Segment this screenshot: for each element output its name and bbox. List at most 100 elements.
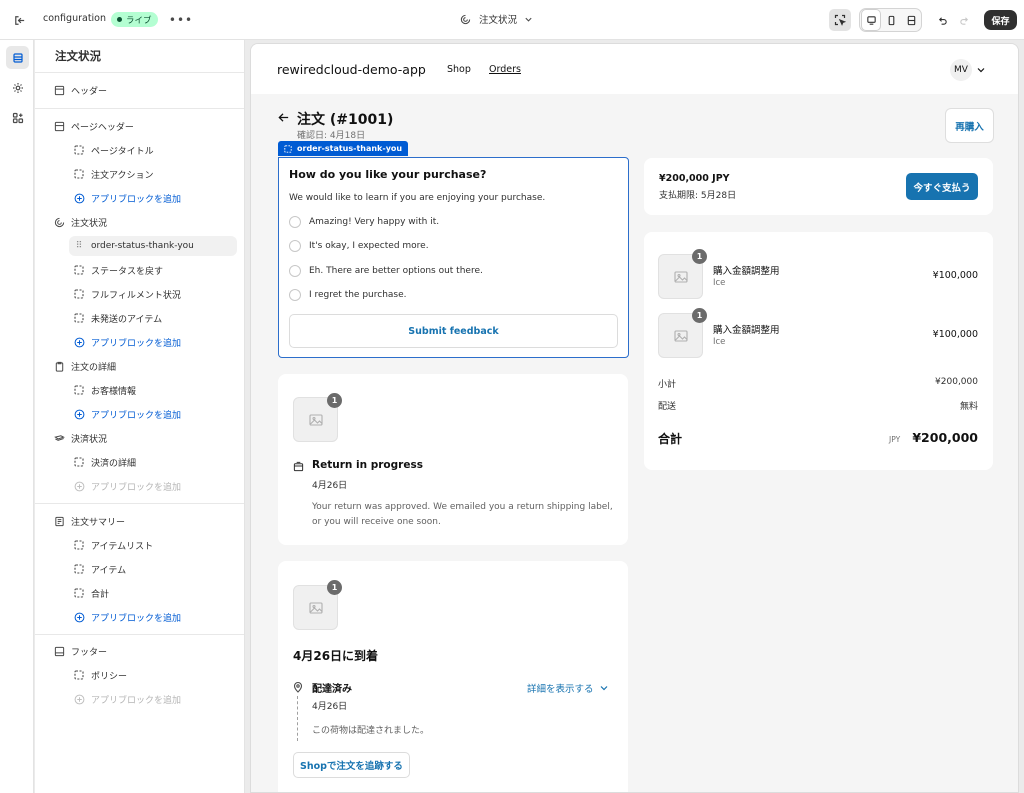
payment-card: ¥200,000 JPY 支払期限: 5月28日 今すぐ支払う: [644, 158, 993, 215]
return-date: 4月26日: [312, 481, 348, 491]
plus-circle-icon: [73, 480, 85, 492]
delivery-status: 配達済み: [312, 684, 352, 695]
line-item-variant: Ice: [713, 337, 726, 347]
order-confirmed-date: 確認日: 4月18日: [297, 131, 366, 141]
sidebar-item-return-status[interactable]: ステータスを戻す: [73, 260, 163, 280]
image-icon: [308, 413, 323, 426]
exit-icon[interactable]: [8, 9, 30, 31]
cash-icon: [53, 432, 65, 444]
sidebar-item-order-summary[interactable]: 注文サマリー: [53, 511, 125, 531]
divider: [35, 108, 244, 109]
shipping-value: 無料: [959, 402, 978, 412]
chevron-down-icon[interactable]: [976, 65, 986, 75]
undo-icon[interactable]: [931, 9, 953, 31]
add-app-block-button[interactable]: アプリブロックを追加: [73, 607, 181, 627]
delivery-title: 4月26日に到着: [293, 649, 379, 663]
reorder-button[interactable]: 再購入: [945, 108, 994, 143]
sidebar-item-total[interactable]: 合計: [73, 583, 109, 603]
avatar[interactable]: MV: [950, 59, 972, 81]
sidebar-item-order-details[interactable]: 注文の詳細: [53, 356, 116, 376]
quantity-badge: 1: [327, 393, 342, 408]
save-button[interactable]: 保存: [984, 10, 1017, 30]
radio-button[interactable]: [289, 216, 301, 228]
page-header-icon: [53, 120, 65, 132]
add-app-block-button[interactable]: アプリブロックを追加: [73, 404, 181, 424]
feedback-option[interactable]: I regret the purchase.: [289, 289, 407, 301]
plus-circle-icon: [73, 192, 85, 204]
return-card: 1 Return in progress 4月26日 Your return w…: [278, 374, 628, 545]
block-icon: [284, 144, 292, 153]
desktop-icon[interactable]: [861, 9, 881, 31]
sidebar-item-header[interactable]: ヘッダー: [53, 80, 107, 100]
total-label: 合計: [658, 432, 683, 446]
sidebar-item-order-status-thank-you[interactable]: ⠿ order-status-thank-you: [69, 236, 237, 256]
divider: [35, 634, 244, 635]
sidebar-item-item-list[interactable]: アイテムリスト: [73, 535, 153, 555]
store-header: rewiredcloud-demo-app Shop Orders MV: [251, 44, 1018, 94]
order-status-icon: [460, 14, 471, 24]
block-icon: [73, 264, 85, 276]
sidebar-item-payment-status[interactable]: 決済状況: [53, 428, 107, 448]
nav-shop-link[interactable]: Shop: [447, 64, 471, 75]
sidebar-item-page-header[interactable]: ページヘッダー: [53, 116, 134, 136]
line-item-name: 購入金額調整用: [713, 325, 780, 336]
return-box-icon: [293, 461, 304, 472]
sidebar-item-unfulfilled-items[interactable]: 未発送のアイテム: [73, 308, 162, 328]
radio-button[interactable]: [289, 240, 301, 252]
pay-now-button[interactable]: 今すぐ支払う: [906, 173, 978, 200]
track-order-button[interactable]: Shopで注文を追跡する: [293, 752, 410, 778]
add-app-block-button[interactable]: アプリブロックを追加: [73, 332, 181, 352]
block-icon: [73, 288, 85, 300]
settings-gear-icon[interactable]: [6, 76, 29, 99]
total-currency: JPY: [889, 435, 901, 444]
feedback-option[interactable]: Eh. There are better options out there.: [289, 265, 483, 277]
sidebar-item-policy[interactable]: ポリシー: [73, 665, 127, 685]
radio-button[interactable]: [289, 289, 301, 301]
plus-circle-icon: [73, 408, 85, 420]
sections-icon[interactable]: [6, 46, 29, 69]
return-message-line: or you will receive one soon.: [312, 517, 441, 527]
sidebar-item-order-actions[interactable]: 注文アクション: [73, 164, 154, 184]
mobile-icon[interactable]: [881, 9, 901, 31]
show-details-link[interactable]: 詳細を表示する: [527, 681, 609, 695]
order-status-icon: [53, 216, 65, 228]
sidebar-item-item[interactable]: アイテム: [73, 559, 126, 579]
block-icon: [73, 587, 85, 599]
sidebar-item-page-title[interactable]: ページタイトル: [73, 140, 154, 160]
back-arrow-icon[interactable]: [277, 111, 290, 124]
more-options-icon[interactable]: •••: [169, 9, 192, 31]
feedback-option[interactable]: Amazing! Very happy with it.: [289, 216, 439, 228]
line-item-price: ¥100,000: [932, 270, 978, 281]
sidebar-item-payment-details[interactable]: 決済の詳細: [73, 452, 136, 472]
subtotal-label: 小計: [658, 380, 677, 390]
return-title: Return in progress: [312, 459, 423, 471]
delivery-date: 4月26日: [312, 702, 348, 712]
nav-orders-link[interactable]: Orders: [489, 64, 521, 75]
block-icon: [73, 384, 85, 396]
block-icon: [73, 312, 85, 324]
image-icon: [673, 270, 688, 283]
footer-layout-icon: [53, 645, 65, 657]
fullwidth-icon[interactable]: [901, 9, 921, 31]
add-app-block-button-disabled: アプリブロックを追加: [73, 476, 181, 496]
feedback-option[interactable]: It's okay, I expected more.: [289, 240, 429, 252]
plus-circle-icon: [73, 611, 85, 623]
radio-button[interactable]: [289, 265, 301, 277]
page-selector[interactable]: 注文状況: [460, 12, 533, 26]
drag-handle-icon[interactable]: ⠿: [73, 240, 85, 252]
redo-icon[interactable]: [953, 9, 975, 31]
line-item-variant: Ice: [713, 278, 726, 288]
sidebar-item-fulfillment-status[interactable]: フルフィルメント状況: [73, 284, 181, 304]
sidebar-item-customer-info[interactable]: お客様情報: [73, 380, 136, 400]
submit-feedback-button[interactable]: Submit feedback: [289, 314, 618, 348]
add-app-block-button[interactable]: アプリブロックを追加: [73, 188, 181, 208]
shop-name[interactable]: rewiredcloud-demo-app: [277, 62, 426, 77]
sidebar-item-footer[interactable]: フッター: [53, 641, 107, 661]
block-icon: [73, 563, 85, 575]
shipping-label: 配送: [658, 402, 677, 412]
status-badge: ライブ: [111, 12, 158, 27]
inspector-icon[interactable]: [829, 9, 851, 31]
quantity-badge: 1: [327, 580, 342, 595]
sidebar-item-order-status[interactable]: 注文状況: [53, 212, 107, 232]
apps-icon[interactable]: [6, 106, 29, 129]
